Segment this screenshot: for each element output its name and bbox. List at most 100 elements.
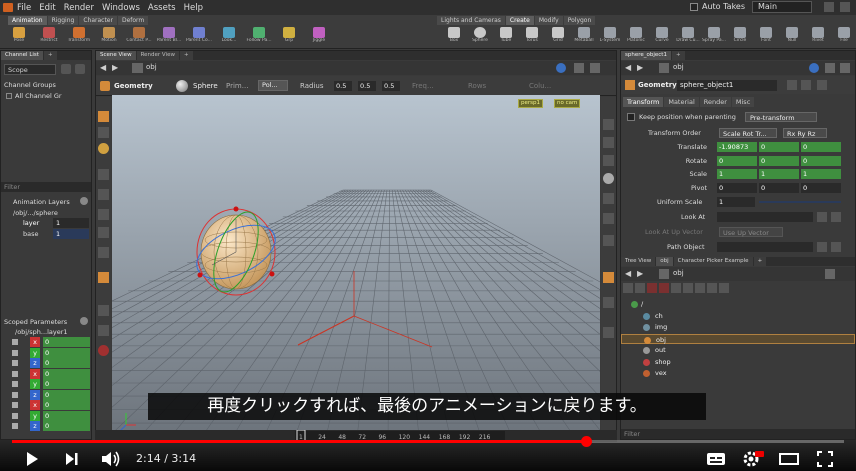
transform-order-dropdown[interactable]: Scale Rot Tr...	[719, 128, 777, 138]
parm-rotate-x[interactable]: 0	[717, 155, 757, 166]
parm-rotate-y[interactable]: 0	[759, 155, 799, 166]
layout-icon[interactable]	[590, 63, 600, 73]
home-icon[interactable]	[603, 327, 614, 338]
shelf-tool-left-10[interactable]: Jiggle	[304, 27, 334, 49]
parms-pin-icon[interactable]	[825, 63, 835, 73]
tree-filter-input[interactable]: Filter	[621, 429, 855, 439]
viewport-canvas[interactable]: persp1 no cam	[0, 95, 856, 441]
tab-add-tree[interactable]: +	[753, 257, 767, 266]
parm-rotate-z[interactable]: 0	[801, 155, 841, 166]
gear-icon[interactable]	[75, 64, 85, 74]
scoped-row[interactable]: z0	[4, 358, 90, 368]
scoped-row-lock-icon[interactable]	[12, 391, 18, 398]
camera-icon[interactable]	[603, 193, 614, 204]
shelf-tool-right-11[interactable]: Circle	[727, 27, 753, 49]
tab-scene-view[interactable]: Scene View	[96, 51, 136, 60]
group-checkbox-icon[interactable]	[6, 93, 12, 99]
shelf-tool-left-7[interactable]: Look...	[214, 27, 244, 49]
shelf-tool-right-9[interactable]: Draw Cu...	[675, 27, 701, 49]
shelf-tool-right-8[interactable]: Curve	[649, 27, 675, 49]
keep-position-checkbox[interactable]	[627, 113, 635, 121]
layer-weight-base[interactable]: 1	[53, 229, 89, 239]
parm-scale-y[interactable]: 1	[759, 169, 799, 179]
active-tool-icon[interactable]	[98, 272, 109, 283]
node-name-field[interactable]: sphere_object1	[677, 80, 777, 91]
scoped-row-value[interactable]: 0	[43, 410, 90, 421]
scoped-row-lock-icon[interactable]	[12, 412, 18, 419]
menu-assets[interactable]: Assets	[148, 3, 176, 13]
scoped-row-value[interactable]: 0	[43, 389, 90, 400]
tab-channel-list[interactable]: Channel List	[1, 51, 43, 60]
layer-row-root[interactable]: /obj/.../sphere	[13, 208, 89, 218]
shelf-tool-right-0[interactable]: Box	[441, 27, 467, 49]
parms-globe-icon[interactable]	[809, 63, 819, 73]
scoped-row[interactable]: x0	[4, 400, 90, 410]
next-icon[interactable]	[64, 450, 80, 471]
layers-gear-icon[interactable]	[80, 197, 88, 205]
settings-icon[interactable]	[742, 450, 764, 471]
shelf-tab-modify[interactable]: Modify	[534, 16, 563, 25]
menu-render[interactable]: Render	[64, 3, 94, 13]
scoped-row-value[interactable]: 0	[43, 358, 90, 368]
scope-dropdown[interactable]: Scope	[4, 64, 56, 75]
tab-render[interactable]: Render	[699, 97, 731, 107]
shelf-tab-rigging[interactable]: Rigging	[47, 16, 79, 25]
globe-icon[interactable]	[556, 63, 566, 73]
layer-row-base[interactable]: base	[23, 229, 53, 239]
snap-tool-icon[interactable]	[98, 247, 109, 258]
shelf-tool-right-4[interactable]: Grid	[545, 27, 571, 49]
persp-camera-dropdown[interactable]: persp1	[518, 99, 543, 108]
menu-edit[interactable]: Edit	[39, 3, 55, 13]
lock-icon[interactable]	[603, 137, 614, 148]
tree-pin-icon[interactable]	[825, 269, 835, 279]
handle-tool-icon[interactable]	[98, 143, 109, 154]
scoped-row-value[interactable]: 0	[43, 400, 90, 410]
path-object-field[interactable]	[717, 242, 813, 252]
rotation-order-dropdown[interactable]: Rx Ry Rz	[783, 128, 827, 138]
tab-material[interactable]: Material	[664, 97, 699, 107]
scoped-row[interactable]: x0	[4, 368, 90, 379]
tree-item-vex[interactable]: vex	[621, 368, 855, 378]
scoped-row-value[interactable]: 0	[43, 379, 90, 389]
scoped-row[interactable]: x0	[4, 337, 90, 347]
shelf-tab-lights[interactable]: Lights and Cameras	[437, 16, 505, 25]
shelf-tool-left-6[interactable]: Parent Co...	[184, 27, 214, 49]
tab-tree-view[interactable]: Tree View	[621, 257, 656, 266]
tree-item-img[interactable]: img	[621, 322, 855, 332]
grid-icon[interactable]	[603, 235, 614, 246]
menu-help[interactable]: Help	[184, 3, 203, 13]
shelf-tool-right-12[interactable]: Font	[753, 27, 779, 49]
shelf-tool-left-1[interactable]: Restrict	[34, 27, 64, 49]
tab-obj[interactable]: obj	[656, 257, 673, 266]
shelf-tool-left-5[interactable]: Parent Bl...	[154, 27, 184, 49]
tree-bypass-icon[interactable]	[671, 283, 681, 293]
scoped-row-lock-icon[interactable]	[12, 349, 18, 356]
parm-pivot-x[interactable]: 0	[717, 182, 757, 193]
tree-selectable-icon[interactable]	[707, 283, 717, 293]
pin-icon[interactable]	[574, 63, 584, 73]
shelf-tool-right-14[interactable]: Rivet	[805, 27, 831, 49]
pre-transform-button[interactable]: Pre-transform	[745, 112, 817, 122]
up-vector-dropdown[interactable]: Use Up Vector	[719, 227, 783, 237]
tree-path[interactable]: obj	[673, 269, 684, 277]
shelf-tool-left-0[interactable]: Pose	[4, 27, 34, 49]
shelf-tool-right-13[interactable]: Null	[779, 27, 805, 49]
record-icon[interactable]	[98, 345, 109, 356]
viewport-path[interactable]: obj	[146, 63, 157, 71]
shelf-tab-polygon[interactable]: Polygon	[563, 16, 596, 25]
shelf-tool-left-4[interactable]: Contact P...	[124, 27, 154, 49]
shelf-tool-right-1[interactable]: Sphere	[467, 27, 493, 49]
fullscreen-icon[interactable]	[816, 450, 834, 471]
radius-x-field[interactable]: 0.5	[334, 81, 352, 91]
tree-back-arrow-icon[interactable]: ◀	[625, 269, 631, 278]
tree-render-flag-icon[interactable]	[659, 283, 669, 293]
shelf-tab-create[interactable]: Create	[505, 16, 534, 25]
constraint-icon[interactable]	[98, 325, 109, 336]
lasso-tool-icon[interactable]	[98, 127, 109, 138]
path-select-icon[interactable]	[831, 242, 841, 252]
tree-item-obj[interactable]: obj	[621, 333, 855, 344]
layer-weight-layer[interactable]: 1	[53, 218, 89, 228]
parm-translate-y[interactable]: 0	[759, 142, 799, 152]
scoped-gear-icon[interactable]	[80, 317, 88, 325]
light-icon[interactable]	[603, 173, 614, 184]
